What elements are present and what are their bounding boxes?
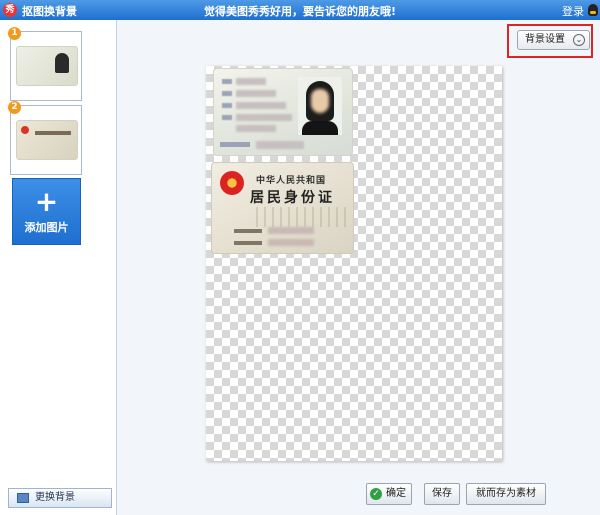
id-card-back-image[interactable]: 中华人民共和国 居民身份证	[211, 162, 354, 254]
id-card-front-image[interactable]	[213, 68, 353, 156]
plus-icon: +	[34, 185, 59, 218]
background-settings-button[interactable]: 背景设置 ⌄	[517, 30, 590, 50]
great-wall-pattern	[250, 207, 350, 227]
field-label	[222, 103, 232, 108]
transparent-canvas[interactable]: 中华人民共和国 居民身份证	[206, 66, 502, 461]
field-label	[220, 142, 250, 147]
add-image-label: 添加图片	[24, 221, 69, 234]
field-label	[222, 79, 232, 84]
blurred-text	[236, 125, 276, 132]
change-background-button[interactable]: 更换背景	[8, 488, 112, 508]
change-background-label: 更换背景	[35, 492, 75, 503]
thumbnail-badge: 1	[8, 27, 21, 40]
save-as-material-button[interactable]: 就而存为素材	[466, 483, 546, 505]
save-button[interactable]: 保存	[424, 483, 460, 505]
blurred-text	[268, 227, 314, 234]
thumbnail-front[interactable]: 1	[8, 27, 82, 101]
thumbnail-back[interactable]: 2	[8, 101, 82, 175]
picture-icon	[17, 493, 29, 503]
field-label	[222, 91, 232, 96]
blurred-text	[256, 141, 304, 149]
id-back-country: 中华人民共和国	[256, 176, 327, 186]
confirm-label: 确定	[386, 488, 406, 499]
blurred-text	[236, 114, 292, 121]
qq-penguin-icon[interactable]	[588, 4, 598, 16]
field-label	[234, 241, 262, 245]
slogan-text: 觉得美图秀秀好用，要告诉您的朋友哦!	[203, 5, 396, 18]
id-back-title: 居民身份证	[250, 190, 335, 206]
confirm-button[interactable]: ✓ 确定	[366, 483, 412, 505]
title-bar: 秀 抠图换背景 觉得美图秀秀好用，要告诉您的朋友哦! 登录	[0, 0, 600, 20]
id-back-thumbnail-image	[16, 120, 78, 160]
login-link[interactable]: 登录	[562, 3, 584, 19]
background-settings-label: 背景设置	[525, 34, 565, 45]
check-icon: ✓	[370, 488, 382, 500]
blurred-text	[236, 90, 276, 97]
field-label	[234, 229, 262, 233]
add-image-button[interactable]: + 添加图片	[12, 178, 81, 245]
field-label	[222, 115, 232, 120]
main-panel: 背景设置 ⌄ 中华人民共和国 居民身份证 ✓ 确定 保存 就而存为素材	[118, 20, 600, 515]
chevron-down-icon: ⌄	[573, 34, 585, 46]
blurred-text	[268, 239, 314, 246]
id-front-thumbnail-image	[16, 46, 78, 86]
national-emblem-icon	[220, 171, 244, 195]
sidebar: 1 2 + 添加图片 更换背景	[0, 20, 117, 515]
blurred-text	[236, 102, 286, 109]
thumbnail-badge: 2	[8, 101, 21, 114]
portrait-photo	[298, 77, 342, 135]
blurred-text	[236, 78, 266, 85]
